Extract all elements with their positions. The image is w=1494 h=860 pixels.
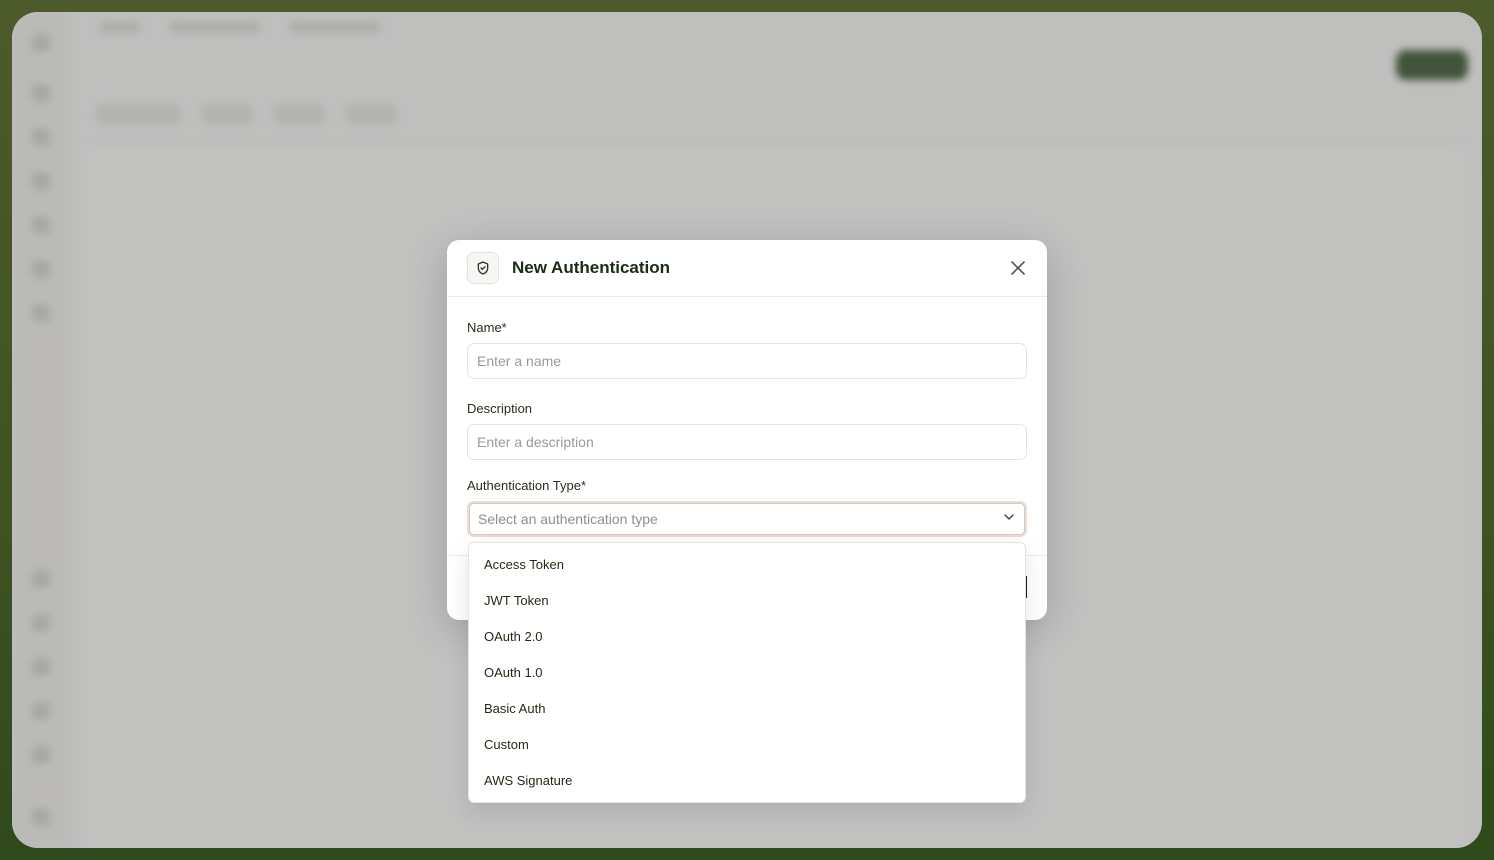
option-aws-signature[interactable]: AWS Signature bbox=[469, 763, 1025, 799]
auth-type-select[interactable]: Select an authentication type bbox=[467, 501, 1027, 537]
option-basic-auth[interactable]: Basic Auth bbox=[469, 691, 1025, 727]
description-input[interactable] bbox=[467, 424, 1027, 460]
option-custom[interactable]: Custom bbox=[469, 727, 1025, 763]
auth-form: Name* Description Authentication Type* S… bbox=[447, 320, 1047, 537]
auth-type-label: Authentication Type* bbox=[467, 478, 587, 493]
modal-header: New Authentication bbox=[447, 240, 1047, 297]
name-label: Name* bbox=[467, 320, 507, 335]
auth-type-dropdown: Access Token JWT Token OAuth 2.0 OAuth 1… bbox=[468, 542, 1026, 803]
option-access-token[interactable]: Access Token bbox=[469, 547, 1025, 583]
description-label: Description bbox=[467, 401, 533, 416]
shield-check-icon bbox=[467, 252, 499, 284]
name-input[interactable] bbox=[467, 343, 1027, 379]
app-window: New Authentication Name* Description Aut… bbox=[12, 12, 1482, 848]
close-icon[interactable] bbox=[1009, 259, 1027, 277]
modal-title: New Authentication bbox=[512, 258, 671, 277]
chevron-down-icon bbox=[1002, 510, 1016, 529]
auth-type-placeholder: Select an authentication type bbox=[478, 511, 658, 527]
option-oauth-1[interactable]: OAuth 1.0 bbox=[469, 655, 1025, 691]
option-oauth-2[interactable]: OAuth 2.0 bbox=[469, 619, 1025, 655]
option-jwt-token[interactable]: JWT Token bbox=[469, 583, 1025, 619]
